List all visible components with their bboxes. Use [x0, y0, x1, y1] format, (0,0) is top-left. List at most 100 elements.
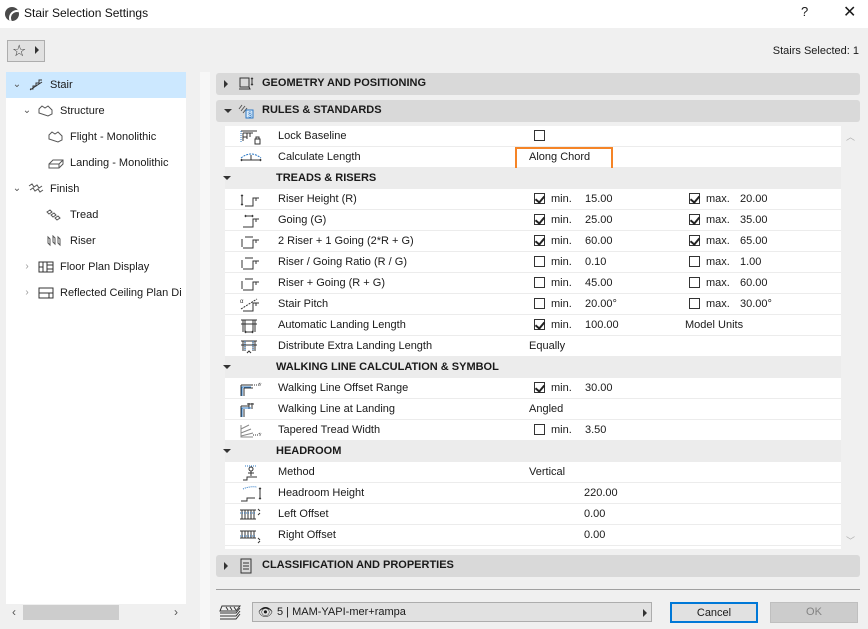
- min-checkbox[interactable]: [534, 214, 545, 225]
- tree-item-stair[interactable]: ⌄ Stair: [6, 72, 186, 98]
- chevron-right-icon[interactable]: ›: [22, 254, 32, 280]
- tree-label: Landing - Monolithic: [70, 157, 169, 169]
- finish-icon: [28, 183, 44, 193]
- min-checkbox[interactable]: [534, 256, 545, 267]
- close-button[interactable]: ✕: [843, 2, 856, 22]
- caret-right-icon: [643, 609, 647, 617]
- layer-name: 5 | MAM-YAPI-mer+rampa: [277, 606, 406, 618]
- scroll-up-icon[interactable]: ︿: [846, 130, 855, 143]
- max-value-field[interactable]: 65.00: [740, 235, 768, 247]
- min-value-field[interactable]: 60.00: [585, 235, 613, 247]
- min-checkbox[interactable]: [534, 193, 545, 204]
- layer-icon: [219, 605, 242, 620]
- collapse-icon: [223, 449, 231, 453]
- left-offset-field[interactable]: 0.00: [584, 508, 605, 520]
- min-value-field[interactable]: 0.10: [585, 256, 606, 268]
- scroll-left-icon[interactable]: ‹: [12, 605, 16, 619]
- unit-dropdown[interactable]: Model Units: [685, 319, 743, 331]
- tree-item-flight[interactable]: Flight - Monolithic: [6, 124, 186, 150]
- min-value-field[interactable]: 100.00: [585, 319, 619, 331]
- subsection-treads-risers[interactable]: TREADS & RISERS: [223, 168, 841, 189]
- svg-text:§: §: [248, 112, 252, 119]
- subsection-label: WALKING LINE CALCULATION & SYMBOL: [276, 361, 499, 373]
- tree-label: Stair: [50, 79, 73, 91]
- chevron-right-icon[interactable]: ›: [22, 280, 32, 306]
- row-right-offset: Right Offset 0.00: [225, 525, 841, 546]
- tree-item-structure[interactable]: ⌄ Structure: [6, 98, 186, 124]
- headroom-height-icon: [241, 486, 262, 502]
- distribute-dropdown[interactable]: Equally: [529, 340, 565, 352]
- headroom-height-field[interactable]: 220.00: [584, 487, 618, 499]
- title-bar: Stair Selection Settings ? ✕: [0, 0, 868, 28]
- chevron-down-icon[interactable]: ⌄: [12, 72, 22, 98]
- tapered-tread-icon: [240, 424, 262, 438]
- row-lock-baseline: Lock Baseline: [225, 126, 841, 147]
- subsection-walking-line[interactable]: WALKING LINE CALCULATION & SYMBOL: [223, 357, 841, 378]
- max-value-field[interactable]: 35.00: [740, 214, 768, 226]
- max-value-field[interactable]: 30.00°: [740, 298, 772, 310]
- chevron-down-icon[interactable]: ⌄: [22, 98, 32, 124]
- subsection-headroom[interactable]: HEADROOM: [223, 441, 841, 462]
- min-value-field[interactable]: 20.00°: [585, 298, 617, 310]
- sidebar-horizontal-scrollbar[interactable]: ‹ ›: [6, 604, 186, 621]
- row-automatic-landing-length: Automatic Landing Length min. 100.00 Mod…: [225, 315, 841, 336]
- collapse-icon: [224, 109, 232, 113]
- tree-item-reflected-ceiling-plan[interactable]: › Reflected Ceiling Plan Di: [6, 280, 186, 306]
- tree-item-finish[interactable]: ⌄ Finish: [6, 176, 186, 202]
- min-label: min.: [551, 214, 572, 226]
- pane-splitter[interactable]: [200, 72, 210, 629]
- rules-settings-grid: Lock Baseline Calculate Length Along Cho…: [223, 126, 841, 549]
- cancel-button[interactable]: Cancel: [670, 602, 758, 623]
- max-value-field[interactable]: 20.00: [740, 193, 768, 205]
- min-checkbox[interactable]: [534, 235, 545, 246]
- scrollbar-thumb[interactable]: [23, 605, 119, 620]
- walking-line-offset-icon: [240, 382, 262, 396]
- grid-vertical-scrollbar[interactable]: ︿ ﹀: [841, 126, 860, 549]
- headroom-method-icon: [243, 465, 257, 481]
- min-checkbox[interactable]: [534, 424, 545, 435]
- min-checkbox[interactable]: [534, 319, 545, 330]
- min-label: min.: [551, 256, 572, 268]
- ok-button[interactable]: OK: [770, 602, 858, 623]
- row-riser-plus-going: Riser + Going (R + G) min. 45.00 max. 60.00: [225, 273, 841, 294]
- help-button[interactable]: ?: [801, 4, 808, 19]
- max-checkbox[interactable]: [689, 256, 700, 267]
- panel-rules-standards[interactable]: § RULES & STANDARDS: [216, 100, 860, 122]
- layer-dropdown[interactable]: 👁 5 | MAM-YAPI-mer+rampa: [252, 602, 652, 622]
- favorites-button[interactable]: ☆: [7, 40, 45, 62]
- max-checkbox[interactable]: [689, 298, 700, 309]
- min-value-field[interactable]: 15.00: [585, 193, 613, 205]
- scroll-down-icon[interactable]: ﹀: [846, 534, 855, 547]
- panel-classification-properties[interactable]: CLASSIFICATION AND PROPERTIES: [216, 555, 860, 577]
- max-label: max.: [706, 214, 730, 226]
- min-checkbox[interactable]: [534, 298, 545, 309]
- tree-item-tread[interactable]: Tread: [6, 202, 186, 228]
- max-checkbox[interactable]: [689, 193, 700, 204]
- min-value-field[interactable]: 25.00: [585, 214, 613, 226]
- min-value-field[interactable]: 3.50: [585, 424, 606, 436]
- tree-item-landing[interactable]: Landing - Monolithic: [6, 150, 186, 176]
- classification-icon: [240, 558, 252, 574]
- max-checkbox[interactable]: [689, 214, 700, 225]
- lock-baseline-checkbox[interactable]: [534, 130, 545, 141]
- min-value-field[interactable]: 45.00: [585, 277, 613, 289]
- min-checkbox[interactable]: [534, 382, 545, 393]
- riser-icon: [47, 235, 61, 247]
- max-checkbox[interactable]: [689, 277, 700, 288]
- tree-item-floor-plan-display[interactable]: › Floor Plan Display: [6, 254, 186, 280]
- scroll-right-icon[interactable]: ›: [174, 605, 178, 619]
- collapse-icon: [223, 176, 231, 180]
- panel-geometry-positioning[interactable]: GEOMETRY AND POSITIONING: [216, 73, 860, 95]
- min-value-field[interactable]: 30.00: [585, 382, 613, 394]
- walking-line-landing-dropdown[interactable]: Angled: [529, 403, 563, 415]
- chevron-down-icon[interactable]: ⌄: [12, 176, 22, 202]
- tree-item-riser[interactable]: Riser: [6, 228, 186, 254]
- min-checkbox[interactable]: [534, 277, 545, 288]
- max-value-field[interactable]: 1.00: [740, 256, 761, 268]
- max-label: max.: [706, 193, 730, 205]
- right-offset-icon: [240, 530, 261, 544]
- max-checkbox[interactable]: [689, 235, 700, 246]
- right-offset-field[interactable]: 0.00: [584, 529, 605, 541]
- headroom-method-dropdown[interactable]: Vertical: [529, 466, 565, 478]
- max-value-field[interactable]: 60.00: [740, 277, 768, 289]
